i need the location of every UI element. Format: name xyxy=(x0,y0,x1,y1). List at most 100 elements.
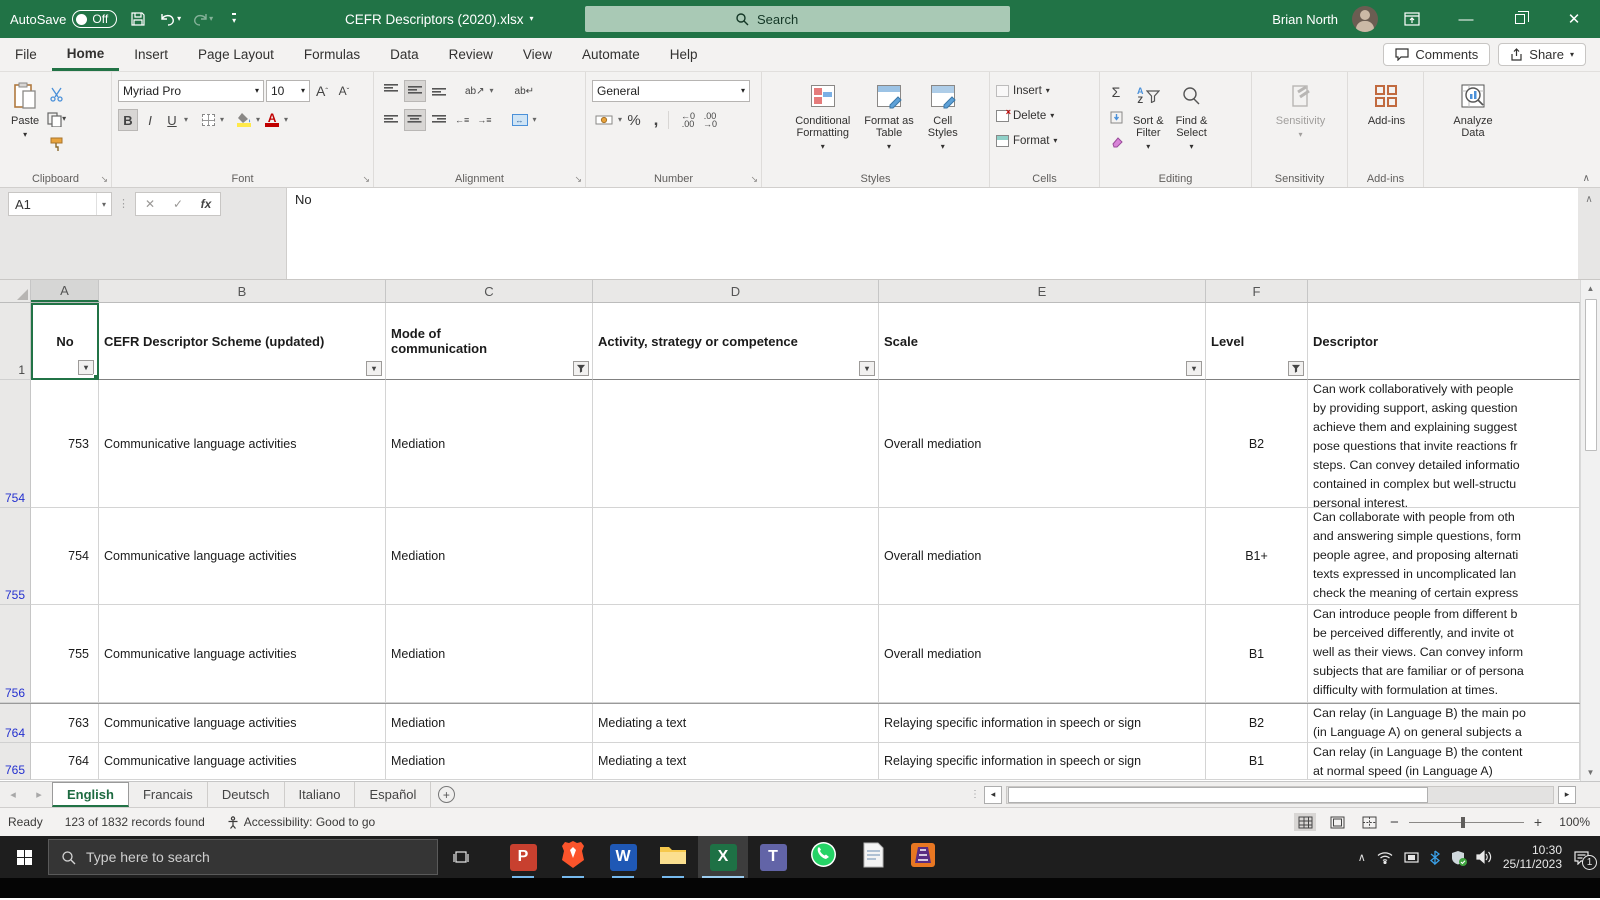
redo-button[interactable]: ▾ xyxy=(191,8,213,30)
name-box-dropdown-icon[interactable]: ▾ xyxy=(96,193,111,215)
column-header-b[interactable]: B xyxy=(99,280,386,302)
header-cell-descriptor[interactable]: Descriptor xyxy=(1308,303,1580,380)
taskbar-clock[interactable]: 10:3025/11/2023 xyxy=(1503,843,1562,871)
cut-button[interactable] xyxy=(44,83,69,105)
no-cell[interactable]: 755 xyxy=(31,605,99,703)
font-color-button[interactable]: A xyxy=(262,109,282,131)
scroll-right-icon[interactable]: ▸ xyxy=(1558,786,1576,804)
tab-file[interactable]: File xyxy=(0,38,52,71)
activity-cell[interactable] xyxy=(593,380,879,508)
italic-button[interactable]: I xyxy=(140,109,160,131)
middle-align-button[interactable] xyxy=(404,80,426,102)
comments-button[interactable]: Comments xyxy=(1383,43,1490,66)
search-box[interactable]: Search xyxy=(585,6,1010,32)
row-header-756[interactable]: 756 xyxy=(0,605,31,703)
scale-cell[interactable]: Overall mediation xyxy=(879,380,1206,508)
top-align-button[interactable] xyxy=(380,80,402,102)
wrap-text-button[interactable]: ab↵ xyxy=(512,80,538,102)
decrease-indent-button[interactable]: ←≡ xyxy=(452,109,472,131)
no-cell[interactable]: 753 xyxy=(31,380,99,508)
scale-cell[interactable]: Overall mediation xyxy=(879,508,1206,605)
level-cell[interactable]: B1 xyxy=(1206,605,1308,703)
descriptor-cell[interactable]: Can work collaboratively with peopleby p… xyxy=(1308,380,1580,508)
tab-insert[interactable]: Insert xyxy=(119,38,183,71)
taskbar-app-teams[interactable]: T xyxy=(748,836,798,878)
alignment-dialog-launcher[interactable]: ↘ xyxy=(574,174,582,185)
descriptor-cell[interactable]: Can collaborate with people from othand … xyxy=(1308,508,1580,605)
bold-button[interactable]: B xyxy=(118,109,138,131)
insert-cells-button[interactable]: Insert▾ xyxy=(996,80,1095,101)
decrease-decimal-button[interactable]: .00→0 xyxy=(700,109,720,131)
comma-style-button[interactable]: , xyxy=(646,109,666,131)
scheme-cell[interactable]: Communicative language activities xyxy=(99,508,386,605)
align-center-button[interactable] xyxy=(404,109,426,131)
conditional-formatting-button[interactable]: Conditional Formatting▾ xyxy=(790,77,855,169)
autosave-toggle[interactable]: AutoSave Off xyxy=(10,10,117,28)
tab-review[interactable]: Review xyxy=(434,38,508,71)
orientation-button[interactable]: ab↗ xyxy=(462,80,488,102)
header-cell-no[interactable]: No▾ xyxy=(31,303,99,380)
grow-font-button[interactable]: Aˆ xyxy=(312,80,332,102)
merge-center-button[interactable]: ↔ xyxy=(509,109,531,131)
format-painter-button[interactable] xyxy=(44,133,69,155)
tab-view[interactable]: View xyxy=(508,38,567,71)
number-dialog-launcher[interactable]: ↘ xyxy=(750,174,758,185)
activity-cell[interactable]: Mediating a text xyxy=(593,743,879,780)
sheet-tab-english[interactable]: English xyxy=(52,782,129,807)
filter-dropdown-icon[interactable]: ▾ xyxy=(859,361,875,376)
number-format-select[interactable]: General▾ xyxy=(592,80,750,102)
find-select-button[interactable]: Find & Select▾ xyxy=(1171,77,1213,169)
minimize-button[interactable]: — xyxy=(1446,0,1486,38)
mode-cell[interactable]: Mediation xyxy=(386,380,593,508)
normal-view-button[interactable] xyxy=(1294,813,1316,831)
tab-splitter-handle[interactable]: ⋮ xyxy=(970,789,980,800)
scale-cell[interactable]: Overall mediation xyxy=(879,605,1206,703)
column-header-f[interactable]: F xyxy=(1206,280,1308,302)
scheme-cell[interactable]: Communicative language activities xyxy=(99,380,386,508)
row-header-764[interactable]: 764 xyxy=(0,704,31,743)
user-avatar[interactable] xyxy=(1352,6,1378,32)
mode-cell[interactable]: Mediation xyxy=(386,605,593,703)
addins-button[interactable]: Add-ins xyxy=(1363,77,1410,169)
no-cell[interactable]: 763 xyxy=(31,704,99,743)
sensitivity-button[interactable]: Sensitivity▾ xyxy=(1271,77,1331,169)
column-header-c[interactable]: C xyxy=(386,280,593,302)
taskbar-app-notepad[interactable] xyxy=(848,836,898,878)
prev-sheet-icon[interactable]: ◂ xyxy=(0,782,26,807)
sheet-tab-italiano[interactable]: Italiano xyxy=(285,782,356,807)
font-name-select[interactable]: Myriad Pro▾ xyxy=(118,80,264,102)
zoom-slider-thumb[interactable] xyxy=(1461,817,1465,828)
page-break-view-button[interactable] xyxy=(1358,813,1380,831)
page-layout-view-button[interactable] xyxy=(1326,813,1348,831)
delete-cells-button[interactable]: ×Delete▾ xyxy=(996,105,1095,126)
task-view-button[interactable] xyxy=(438,836,484,878)
accessibility-status[interactable]: Accessibility: Good to go xyxy=(227,815,375,829)
collapse-ribbon-icon[interactable]: ∧ xyxy=(1583,173,1590,184)
column-header-a[interactable]: A xyxy=(31,280,99,302)
level-cell[interactable]: B1 xyxy=(1206,743,1308,780)
notifications-button[interactable]: 1 xyxy=(1573,850,1590,865)
vertical-scrollbar[interactable]: ▲ ▼ xyxy=(1580,280,1600,781)
paste-button[interactable]: Paste▾ xyxy=(6,77,44,169)
taskbar-app-media-player[interactable] xyxy=(898,836,948,878)
descriptor-cell[interactable]: Can relay (in Language B) the contentat … xyxy=(1308,743,1580,780)
filter-dropdown-icon[interactable]: ▾ xyxy=(1186,361,1202,376)
format-as-table-button[interactable]: Format as Table▾ xyxy=(859,77,919,169)
zoom-out-button[interactable]: − xyxy=(1390,814,1399,831)
bluetooth-icon[interactable] xyxy=(1430,850,1440,865)
row-header-754[interactable]: 754 xyxy=(0,380,31,508)
level-cell[interactable]: B2 xyxy=(1206,380,1308,508)
taskbar-app-brave[interactable] xyxy=(548,836,598,878)
zoom-in-button[interactable]: + xyxy=(1534,814,1542,830)
copy-button[interactable]: ▾ xyxy=(44,108,69,130)
fill-button[interactable] xyxy=(1106,106,1126,128)
scroll-left-icon[interactable]: ◂ xyxy=(984,786,1002,804)
sort-filter-button[interactable]: AZ Sort & Filter▾ xyxy=(1128,77,1169,169)
tab-data[interactable]: Data xyxy=(375,38,434,71)
next-sheet-icon[interactable]: ▸ xyxy=(26,782,52,807)
autosum-button[interactable]: Σ xyxy=(1106,81,1126,103)
fill-color-button[interactable] xyxy=(234,109,254,131)
wifi-icon[interactable] xyxy=(1377,851,1393,864)
increase-indent-button[interactable]: →≡ xyxy=(474,109,494,131)
format-cells-button[interactable]: Format▾ xyxy=(996,130,1095,151)
